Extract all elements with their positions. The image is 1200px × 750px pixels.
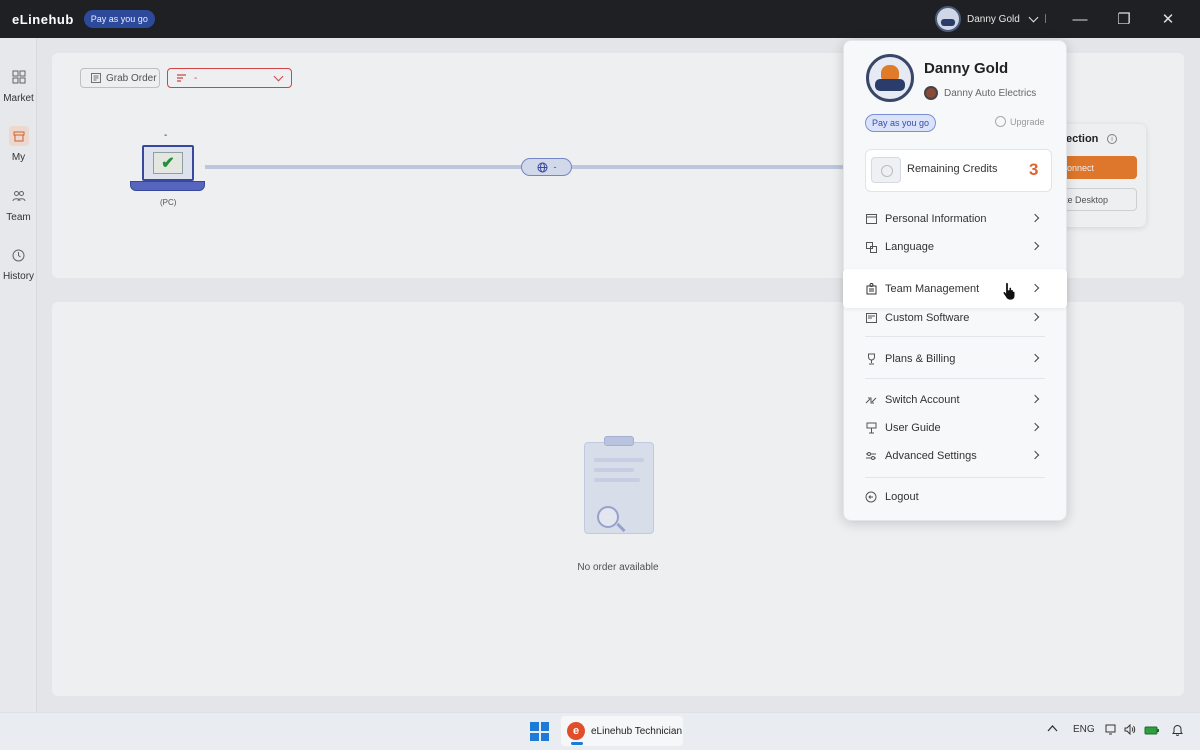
menu-item-label: User Guide <box>885 422 941 434</box>
menu-item-personal-information[interactable]: Personal Information <box>860 208 1050 230</box>
user-menu-trigger[interactable]: Danny Gold <box>935 6 1039 32</box>
chevron-right-icon <box>1030 213 1040 223</box>
divider <box>1045 14 1046 23</box>
menu-item-team-management[interactable]: Team Management <box>860 278 1050 300</box>
taskbar-app-elinehub[interactable]: e eLinehub Technician <box>561 716 683 746</box>
menu-item-label: Personal Information <box>885 213 987 225</box>
restore-button[interactable]: ❐ <box>1102 0 1146 38</box>
battery-icon[interactable] <box>1144 724 1160 738</box>
elinehub-app-icon: e <box>567 722 585 740</box>
user-name: Danny Gold <box>967 13 1020 25</box>
profile-name: Danny Gold <box>924 60 1009 77</box>
menu-item-label: Plans & Billing <box>885 353 956 365</box>
menu-item-label: Language <box>885 241 934 253</box>
profile-avatar <box>866 54 914 102</box>
credits-value: 3 <box>1029 160 1039 179</box>
chevron-right-icon <box>1030 450 1040 460</box>
volume-icon[interactable] <box>1124 723 1136 738</box>
menu-item-label: Logout <box>885 491 919 503</box>
plan-badge: Pay as you go <box>865 114 936 132</box>
menu-item-user-guide[interactable]: User Guide <box>860 417 1050 439</box>
menu-item-language[interactable]: Language <box>860 236 1050 258</box>
active-indicator <box>571 742 583 745</box>
team-management-icon <box>865 283 877 295</box>
notification-bell-icon[interactable] <box>1172 724 1183 739</box>
menu-item-switch-account[interactable]: Switch Account <box>860 389 1050 411</box>
network-icon[interactable] <box>1105 724 1118 738</box>
company-logo-icon <box>924 86 938 100</box>
menu-item-custom-software[interactable]: Custom Software <box>860 307 1050 329</box>
sliders-icon <box>865 450 877 462</box>
upgrade-label: Upgrade <box>1010 116 1045 127</box>
hand-cursor-icon <box>1002 282 1016 301</box>
id-card-icon <box>865 213 877 225</box>
input-language[interactable]: ENG <box>1073 724 1095 735</box>
chevron-up-icon[interactable] <box>1047 724 1058 735</box>
trophy-icon <box>865 353 877 365</box>
divider <box>865 378 1045 379</box>
windows-start-icon[interactable] <box>530 722 549 741</box>
taskbar-app-label: eLinehub Technician <box>591 725 683 737</box>
credits-icon <box>871 157 901 183</box>
translate-icon <box>865 241 877 253</box>
guide-icon <box>865 422 877 434</box>
upgrade-link[interactable]: Upgrade <box>995 116 1045 127</box>
credits-label: Remaining Credits <box>907 163 998 175</box>
menu-item-logout[interactable]: Logout <box>860 486 1050 508</box>
menu-item-plans-billing[interactable]: Plans & Billing <box>860 348 1050 370</box>
menu-item-label: Team Management <box>885 283 980 295</box>
chevron-right-icon <box>1030 312 1040 322</box>
chevron-right-icon <box>1030 241 1040 251</box>
software-icon <box>865 312 877 324</box>
app-name: eLinehub <box>12 11 74 27</box>
company-name: Danny Auto Electrics <box>944 88 1037 99</box>
close-button[interactable]: ✕ <box>1146 0 1190 38</box>
upgrade-icon <box>995 116 1006 127</box>
avatar <box>935 6 961 32</box>
menu-item-label: Switch Account <box>885 394 960 406</box>
menu-item-advanced-settings[interactable]: Advanced Settings <box>860 445 1050 467</box>
menu-item-label: Advanced Settings <box>885 450 977 462</box>
chevron-right-icon <box>1030 422 1040 432</box>
chevron-right-icon <box>1030 394 1040 404</box>
chevron-down-icon <box>1028 12 1039 22</box>
logout-icon <box>865 491 877 503</box>
chevron-right-icon <box>1030 283 1040 293</box>
divider <box>865 477 1045 478</box>
menu-item-label: Custom Software <box>885 312 970 324</box>
switch-icon <box>865 394 877 406</box>
plan-badge[interactable]: Pay as you go <box>83 10 155 28</box>
chevron-right-icon <box>1030 353 1040 363</box>
divider <box>865 336 1045 337</box>
minimize-button[interactable]: — <box>1058 0 1102 38</box>
